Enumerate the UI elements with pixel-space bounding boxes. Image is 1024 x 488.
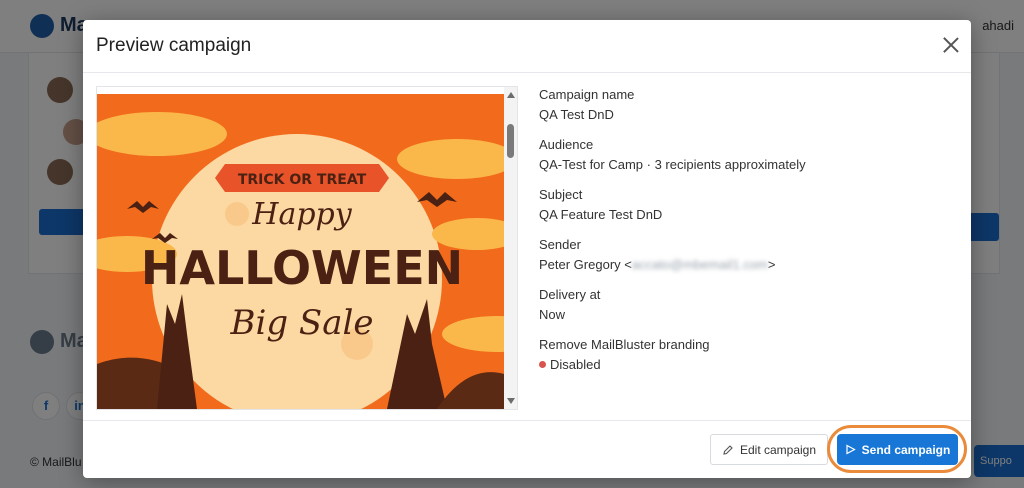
preview-scrollbar[interactable] [504, 87, 517, 409]
sender-email-blurred: accato@mbemail1.com [631, 257, 768, 272]
field-value: Disabled [539, 356, 959, 374]
field-sender: Sender Peter Gregory <accato@mbemail1.co… [539, 236, 959, 274]
field-value: QA-Test for Camp · 3 recipients approxim… [539, 157, 806, 172]
branding-status: Disabled [550, 357, 601, 372]
field-label: Sender [539, 237, 581, 252]
field-label: Campaign name [539, 87, 635, 102]
field-audience: Audience QA-Test for Camp · 3 recipients… [539, 136, 959, 174]
play-icon [846, 444, 856, 455]
edit-campaign-label: Edit campaign [739, 442, 817, 457]
pencil-icon [723, 444, 733, 455]
field-label: Delivery at [539, 287, 601, 302]
edit-campaign-button[interactable]: Edit campaign [710, 434, 828, 465]
field-delivery-at: Delivery at Now [539, 286, 959, 324]
field-campaign-name: Campaign name QA Test DnD [539, 86, 959, 124]
modal-footer: Edit campaign Send campaign [83, 420, 971, 479]
field-label: Subject [539, 187, 583, 202]
banner-text: TRICK OR TREAT [238, 172, 367, 188]
preview-campaign-modal: Preview campaign TRICK OR TREAT Happy HA… [83, 20, 971, 478]
field-value: QA Test DnD [539, 107, 614, 122]
sender-name: Peter Gregory < [539, 257, 632, 272]
scroll-thumb[interactable] [507, 124, 514, 158]
email-preview-frame[interactable]: TRICK OR TREAT Happy HALLOWEEN Big Sale [96, 86, 518, 410]
field-label: Remove MailBluster branding [539, 337, 710, 352]
close-icon[interactable] [941, 35, 961, 55]
modal-header: Preview campaign [83, 20, 971, 73]
scroll-up-arrow-icon[interactable] [507, 92, 515, 98]
field-value: QA Feature Test DnD [539, 207, 663, 222]
sender-suffix: > [767, 257, 776, 272]
field-remove-branding: Remove MailBluster branding Disabled [539, 336, 959, 374]
field-label: Audience [539, 137, 594, 152]
headline-happy: Happy [251, 197, 352, 232]
field-value: Peter Gregory <accato@mbemail1.com> [539, 256, 959, 274]
field-subject: Subject QA Feature Test DnD [539, 186, 959, 224]
headline-halloween: HALLOWEEN [141, 241, 463, 295]
send-campaign-label: Send campaign [861, 442, 951, 457]
scroll-down-arrow-icon[interactable] [507, 398, 515, 404]
headline-big-sale: Big Sale [230, 303, 374, 343]
field-value: Now [539, 307, 566, 322]
send-campaign-button[interactable]: Send campaign [837, 434, 958, 465]
halloween-email-image: TRICK OR TREAT Happy HALLOWEEN Big Sale [97, 94, 504, 409]
status-dot-icon [539, 361, 546, 368]
modal-title: Preview campaign [96, 35, 252, 56]
